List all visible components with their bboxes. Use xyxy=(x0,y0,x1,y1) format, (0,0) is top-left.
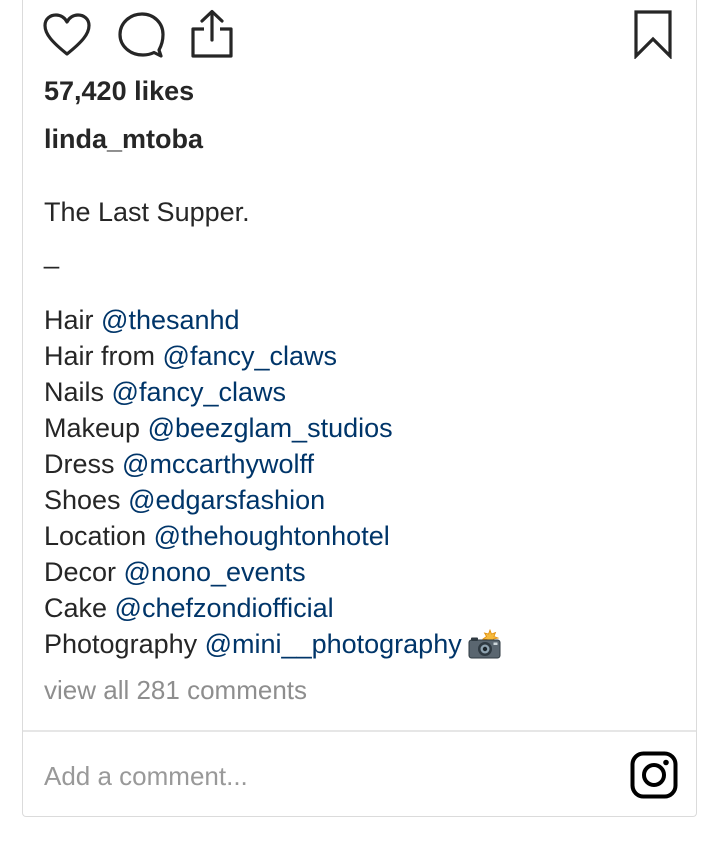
credit-line: Photography @mini__photography xyxy=(44,626,684,662)
instagram-camera-icon[interactable] xyxy=(630,751,678,799)
credit-label: Photography xyxy=(44,629,198,659)
credit-label: Hair from xyxy=(44,341,156,371)
caption-separator: _ xyxy=(44,239,60,269)
credit-label: Nails xyxy=(44,377,105,407)
comment-icon[interactable] xyxy=(117,12,165,58)
share-icon[interactable] xyxy=(189,8,235,60)
mention-link[interactable]: @beezglam_studios xyxy=(148,413,393,443)
credit-line: Hair @thesanhd xyxy=(44,302,684,338)
post-username[interactable]: linda_mtoba xyxy=(44,124,203,155)
action-bar xyxy=(23,0,696,70)
mention-link[interactable]: @fancy_claws xyxy=(112,377,286,407)
credit-line: Shoes @edgarsfashion xyxy=(44,482,684,518)
view-all-comments-link[interactable]: view all 281 comments xyxy=(44,675,307,706)
mention-link[interactable]: @mccarthywolff xyxy=(122,449,314,479)
mention-link[interactable]: @edgarsfashion xyxy=(128,485,325,515)
credit-label: Decor xyxy=(44,557,117,587)
credit-label: Location xyxy=(44,521,147,551)
credit-line: Hair from @fancy_claws xyxy=(44,338,684,374)
credit-line: Nails @fancy_claws xyxy=(44,374,684,410)
post-caption: The Last Supper. _ Hair @thesanhd Hair f… xyxy=(44,194,684,662)
add-comment-input[interactable] xyxy=(44,756,604,796)
heart-icon[interactable] xyxy=(42,12,92,58)
divider xyxy=(23,730,696,732)
mention-link[interactable]: @fancy_claws xyxy=(163,341,337,371)
credit-line: Cake @chefzondiofficial xyxy=(44,590,684,626)
credit-label: Dress xyxy=(44,449,115,479)
credit-line: Makeup @beezglam_studios xyxy=(44,410,684,446)
mention-link[interactable]: @mini__photography xyxy=(205,629,462,659)
camera-flash-icon xyxy=(468,628,502,668)
bookmark-icon[interactable] xyxy=(633,9,673,59)
mention-link[interactable]: @thesanhd xyxy=(101,305,240,335)
credit-label: Makeup xyxy=(44,413,141,443)
credit-label: Shoes xyxy=(44,485,121,515)
credit-line: Dress @mccarthywolff xyxy=(44,446,684,482)
mention-link[interactable]: @chefzondiofficial xyxy=(115,593,334,623)
caption-title: The Last Supper. xyxy=(44,197,250,227)
credit-label: Cake xyxy=(44,593,108,623)
credit-line: Location @thehoughtonhotel xyxy=(44,518,684,554)
likes-count[interactable]: 57,420 likes xyxy=(44,76,194,107)
mention-link[interactable]: @thehoughtonhotel xyxy=(154,521,390,551)
credit-label: Hair xyxy=(44,305,94,335)
mention-link[interactable]: @nono_events xyxy=(124,557,306,587)
credit-line: Decor @nono_events xyxy=(44,554,684,590)
post-card: 57,420 likes linda_mtoba The Last Supper… xyxy=(22,0,697,817)
